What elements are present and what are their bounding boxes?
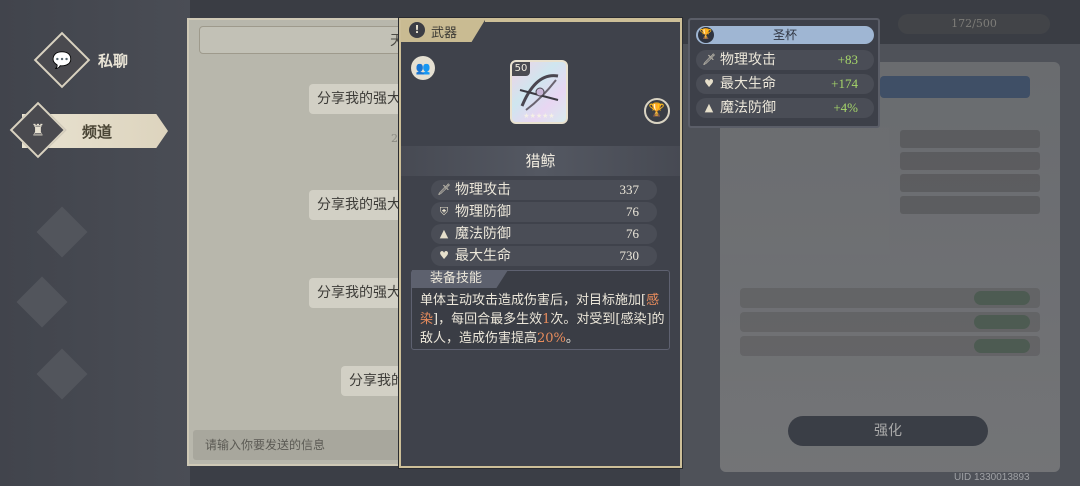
bonus-value: +83 — [837, 52, 858, 67]
background-sub-row — [740, 288, 1040, 308]
stat-value: 76 — [626, 204, 639, 219]
stat-row-physical-attack: 🗡 物理攻击 337 — [431, 180, 657, 200]
weapon-name: 猎鲸 — [401, 146, 680, 176]
skill-text-segment: 单体主动攻击造成伤害后，对目标施加[ — [420, 293, 647, 308]
stat-label: 物理攻击 — [455, 182, 511, 198]
stat-label: 魔法防御 — [455, 226, 511, 242]
nav-label-private-chat: 私聊 — [98, 52, 129, 70]
background-stat-row — [900, 196, 1040, 214]
user-id-label: UID 1330013893 — [954, 472, 1030, 483]
chat-bubble-icon: 💬 — [33, 31, 91, 89]
weapon-category-label: 武器 — [431, 26, 458, 41]
stat-label: 物理防御 — [455, 204, 511, 220]
shield-icon: ⛨ — [439, 205, 449, 218]
weapon-level-badge: 50 — [512, 62, 530, 76]
grail-title-bar: 🏆 圣杯 — [696, 26, 874, 44]
stat-value: 337 — [619, 182, 640, 197]
stat-label: 最大生命 — [455, 248, 511, 264]
nav-item-channel[interactable]: ♜ 频道 — [0, 101, 180, 159]
nav-item-private-chat[interactable]: 💬 私聊 — [0, 31, 180, 89]
heart-icon: ♥ — [704, 77, 714, 90]
stat-value: 76 — [626, 226, 639, 241]
heart-icon: ♥ — [439, 249, 449, 262]
wizard-hat-icon: ▲ — [704, 101, 714, 114]
sword-icon: 🗡 — [702, 53, 716, 66]
sword-icon: 🗡 — [437, 183, 451, 196]
weapon-stat-list: 🗡 物理攻击 337 ⛨ 物理防御 76 ▲ 魔法防御 76 ♥ 最大生命 73… — [431, 180, 657, 268]
equipment-skill-title: 装备技能 — [412, 270, 508, 288]
weapon-star-rating: ★★★★★ — [523, 112, 555, 120]
chat-panel: 天 分享我的强大 2 分享我的强大 分享我的强大 分享我的 请输入你要发送的信息 — [187, 18, 419, 466]
chat-timestamp: 2 — [391, 132, 398, 145]
background-counter: 172/500 — [898, 14, 1050, 34]
bonus-label: 最大生命 — [720, 76, 776, 92]
background-stat-row — [900, 130, 1040, 148]
skill-highlight: 20% — [537, 331, 566, 346]
bonus-value: +4% — [833, 100, 858, 115]
nav-label-channel: 频道 — [82, 123, 113, 141]
weapon-category-tab: ! 武器 — [401, 20, 485, 42]
chess-rook-icon: ♜ — [9, 101, 67, 159]
background-ribbon — [880, 76, 1030, 98]
equipment-skill-description: 单体主动攻击造成伤害后，对目标施加[感染]，每回合最多生效1次。对受到[感染]的… — [420, 291, 666, 348]
stat-row-physical-defense: ⛨ 物理防御 76 — [431, 202, 657, 222]
equipment-skill-box: 装备技能 单体主动攻击造成伤害后，对目标施加[感染]，每回合最多生效1次。对受到… — [411, 270, 670, 350]
grail-tooltip: 🏆 圣杯 🗡 物理攻击 +83 ♥ 最大生命 +174 ▲ 魔法防御 +4% — [688, 18, 880, 128]
grail-icon: 🏆 — [698, 27, 714, 43]
stat-row-max-hp: ♥ 最大生命 730 — [431, 246, 657, 266]
grail-bonus-row: ♥ 最大生命 +174 — [696, 74, 874, 94]
grail-icon[interactable]: 🏆 — [644, 98, 670, 124]
wizard-hat-icon: ▲ — [439, 227, 449, 240]
bonus-value: +174 — [831, 76, 858, 91]
grail-bonus-row: 🗡 物理攻击 +83 — [696, 50, 874, 70]
stat-value: 730 — [619, 248, 640, 263]
background-sub-row — [740, 312, 1040, 332]
background-sub-row — [740, 336, 1040, 356]
compare-equipment-icon[interactable]: 👥 — [411, 56, 435, 80]
exclamation-icon: ! — [409, 22, 425, 38]
bonus-label: 物理攻击 — [720, 52, 776, 68]
bonus-label: 魔法防御 — [720, 100, 776, 116]
skill-text-segment: ]，每回合最多生效 — [433, 312, 543, 327]
background-stat-row — [900, 152, 1040, 170]
enhance-button[interactable]: 强化 — [788, 416, 988, 446]
panel-top-border — [485, 20, 680, 22]
chat-message-input[interactable]: 请输入你要发送的信息 — [193, 430, 415, 460]
chat-channel-title: 天 — [199, 26, 415, 54]
weapon-item-icon: 50 ★★★★★ — [510, 60, 568, 124]
skill-text-segment: 。 — [565, 331, 579, 346]
background-stat-row — [900, 174, 1040, 192]
grail-bonus-row: ▲ 魔法防御 +4% — [696, 98, 874, 118]
grail-title: 圣杯 — [772, 28, 797, 42]
stat-row-magic-defense: ▲ 魔法防御 76 — [431, 224, 657, 244]
weapon-detail-panel: ! 武器 👥 50 ★★★★★ 🏆 猎鲸 🗡 物理攻击 337 ⛨ 物理防御 7… — [399, 18, 682, 468]
